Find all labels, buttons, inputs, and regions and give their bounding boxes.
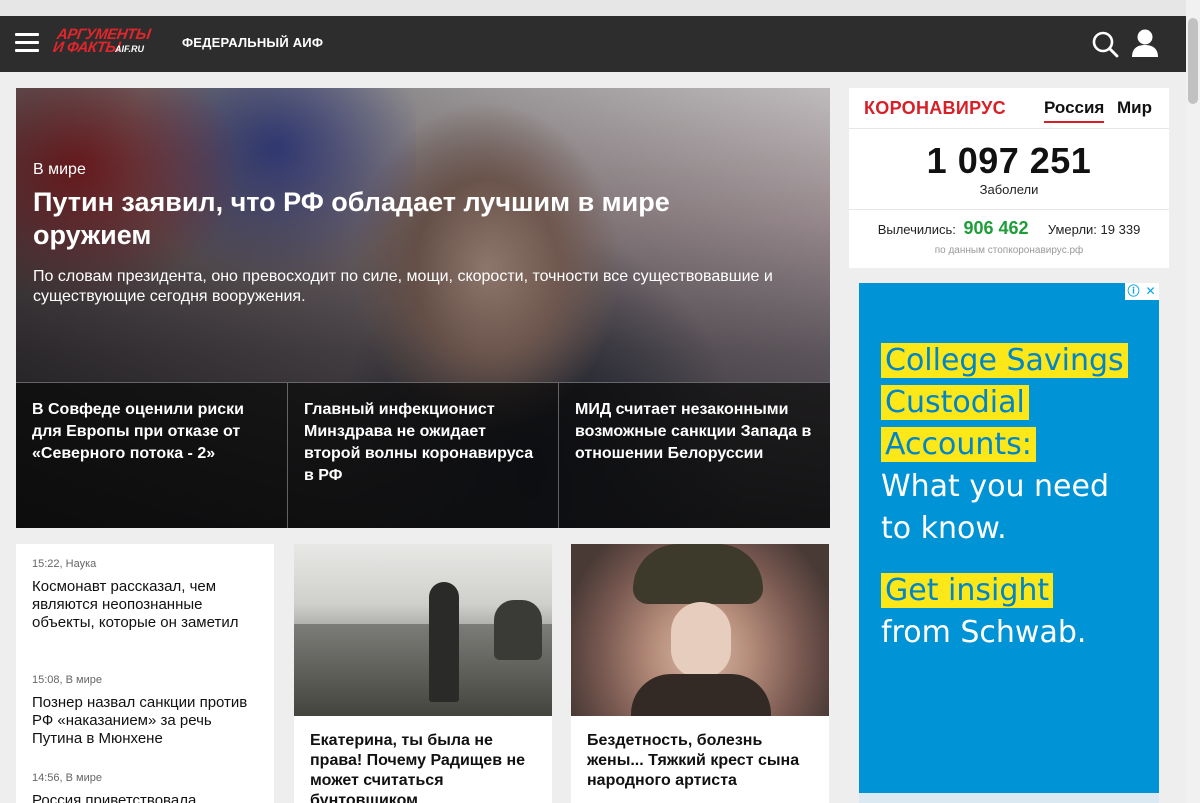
cases-count: 1 097 251 <box>926 140 1092 181</box>
recovered-label: Вылечились: <box>877 222 956 237</box>
page-scrollbar[interactable] <box>1186 0 1200 803</box>
logo-site: AIF.RU <box>115 44 144 54</box>
hero-related-row: В Совфеде оценили риски для Европы при о… <box>16 382 830 528</box>
news-headline: Россия приветствовала <box>32 792 197 803</box>
logo-line2: И ФАКТЫ <box>51 39 122 56</box>
ad-line: Get insight <box>881 573 1054 608</box>
ad-line: What you need <box>881 469 1109 504</box>
related-story-title: В Совфеде оценили риски для Европы при о… <box>32 401 244 462</box>
list-item[interactable]: 15:08, В мире Познер назвал санкции прот… <box>32 674 257 748</box>
hero-story[interactable]: В мире Путин заявил, что РФ обладает луч… <box>16 88 830 528</box>
menu-icon[interactable] <box>15 33 39 53</box>
tab-world[interactable]: Мир <box>1117 98 1152 118</box>
ad-line: from Schwab. <box>881 615 1087 650</box>
browser-top-strip <box>0 0 1200 16</box>
ad-controls: ⓘ ✕ <box>1125 283 1159 300</box>
card-title: Бездетность, болезнь жены... Тяжкий крес… <box>587 732 800 789</box>
ad-line: College Savings <box>881 343 1128 378</box>
hero-category[interactable]: В мире <box>33 161 86 179</box>
story-card[interactable]: Бездетность, болезнь жены... Тяжкий крес… <box>571 544 829 803</box>
card-image <box>571 544 829 716</box>
news-headline: Космонавт рассказал, чем являются неопоз… <box>32 578 239 631</box>
related-story[interactable]: Главный инфекционист Минздрава не ожидае… <box>287 383 559 528</box>
region-selector[interactable]: ФЕДЕРАЛЬНЫЙ АИФ <box>182 35 323 50</box>
related-story[interactable]: МИД считает незаконными возможные санкци… <box>558 383 830 528</box>
search-icon[interactable] <box>1091 30 1119 58</box>
list-item[interactable]: 15:22, Наука Космонавт рассказал, чем яв… <box>32 558 257 632</box>
hero-lead: По словам президента, оно превосходит по… <box>33 268 773 305</box>
ad-line: Custodial <box>881 385 1029 420</box>
ad-close-icon[interactable]: ✕ <box>1142 283 1159 300</box>
site-header: АРГУМЕНТЫ И ФАКТЫ AIF.RU ФЕДЕРАЛЬНЫЙ АИФ <box>0 16 1186 72</box>
deaths-count: 19 339 <box>1100 222 1141 237</box>
news-feed: 15:22, Наука Космонавт рассказал, чем яв… <box>16 544 274 803</box>
news-meta: 15:22, Наука <box>32 558 97 570</box>
data-source[interactable]: по данным стопкоронавирус.рф <box>849 245 1169 256</box>
ad-banner[interactable]: ⓘ ✕ College Savings Custodial Accounts: … <box>859 283 1159 803</box>
related-story[interactable]: В Совфеде оценили риски для Европы при о… <box>16 383 287 528</box>
corona-stats: Вылечились: 906 462 Умерли: 19 339 <box>849 218 1169 239</box>
hero-title[interactable]: Путин заявил, что РФ обладает лучшим в м… <box>33 186 793 252</box>
related-story-title: МИД считает незаконными возможные санкци… <box>575 401 812 462</box>
story-card[interactable]: Екатерина, ты была не права! Почему Ради… <box>294 544 552 803</box>
news-meta: 15:08, В мире <box>32 674 102 686</box>
coronavirus-widget: КОРОНАВИРУС Россия Мир 1 097 251 Заболел… <box>849 88 1169 268</box>
ad-line: Accounts: <box>881 427 1036 462</box>
news-meta: 14:56, В мире <box>32 772 102 784</box>
site-logo[interactable]: АРГУМЕНТЫ И ФАКТЫ AIF.RU <box>51 25 157 61</box>
scrollbar-thumb[interactable] <box>1188 18 1198 104</box>
cases-label: Заболели <box>979 182 1039 197</box>
tab-russia[interactable]: Россия <box>1044 98 1105 123</box>
ad-line: to know. <box>881 511 1007 546</box>
ad-info-icon[interactable]: ⓘ <box>1125 283 1142 300</box>
card-title: Екатерина, ты была не права! Почему Ради… <box>310 732 526 803</box>
user-icon[interactable] <box>1131 28 1159 58</box>
list-item[interactable]: 14:56, В мире Россия приветствовала <box>32 772 257 803</box>
news-headline: Познер назвал санкции против РФ «наказан… <box>32 694 248 747</box>
deaths-label: Умерли: <box>1047 222 1097 237</box>
related-story-title: Главный инфекционист Минздрава не ожидае… <box>304 401 534 484</box>
coronavirus-title[interactable]: КОРОНАВИРУС <box>864 98 1006 119</box>
recovered-count: 906 462 <box>963 218 1029 238</box>
card-image <box>294 544 552 716</box>
ad-text: College Savings Custodial Accounts: What… <box>881 340 1151 654</box>
